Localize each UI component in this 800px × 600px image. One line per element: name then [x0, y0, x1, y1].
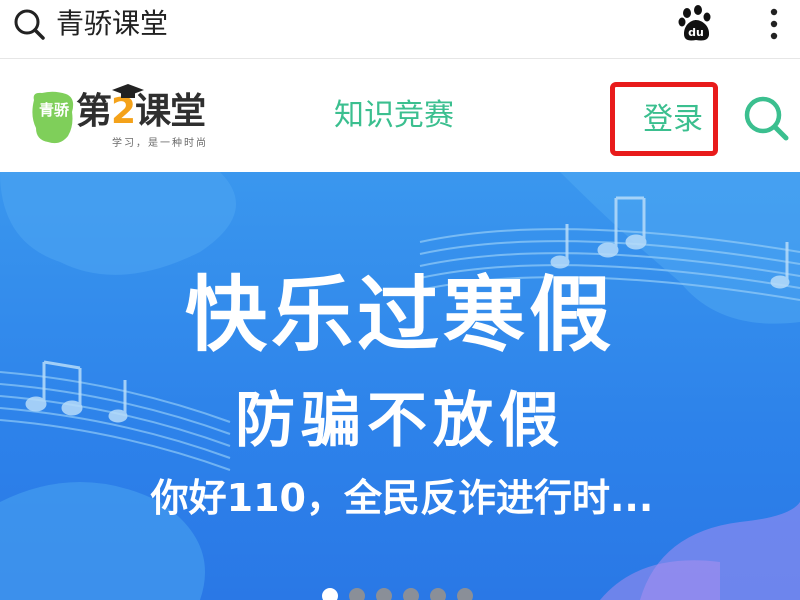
- site-logo[interactable]: 青骄 第2课堂 学习，是一种时尚: [30, 84, 220, 149]
- search-query-text[interactable]: 青骄课堂: [56, 4, 168, 44]
- carousel-dot[interactable]: [403, 588, 419, 600]
- svg-text:du: du: [688, 26, 704, 39]
- header-divider: [0, 58, 800, 59]
- carousel-dot[interactable]: [349, 588, 365, 600]
- graduation-cap-icon: [112, 84, 144, 98]
- more-vertical-icon[interactable]: [762, 4, 786, 44]
- promo-banner[interactable]: 快乐过寒假 防骗不放假 你好110，全民反诈进行时...: [0, 172, 800, 600]
- logo-badge-text: 青骄: [38, 101, 69, 119]
- banner-tagline: 你好110，全民反诈进行时...: [150, 476, 654, 520]
- login-link[interactable]: 登录: [643, 100, 703, 140]
- banner-headline: 快乐过寒假: [184, 268, 615, 363]
- banner-subhead: 防骗不放假: [235, 386, 565, 456]
- nav-knowledge-competition[interactable]: 知识竞赛: [334, 96, 454, 136]
- carousel-dot[interactable]: [457, 588, 473, 600]
- browser-search-bar[interactable]: 青骄课堂 du: [0, 0, 800, 52]
- logo-name-part3: 课堂: [135, 91, 206, 132]
- carousel-dot[interactable]: [322, 588, 338, 600]
- logo-name-part1: 第: [76, 91, 112, 132]
- carousel-dot[interactable]: [430, 588, 446, 600]
- baidu-paw-icon[interactable]: du: [676, 4, 716, 44]
- site-header: 青骄 第2课堂 学习，是一种时尚 知识竞赛 登录: [0, 60, 800, 172]
- login-highlight-box: 登录: [610, 82, 718, 156]
- carousel-indicators: [322, 588, 482, 600]
- search-icon[interactable]: [12, 7, 48, 43]
- logo-slogan: 学习，是一种时尚: [112, 138, 208, 149]
- search-icon[interactable]: [742, 94, 790, 142]
- carousel-dot[interactable]: [376, 588, 392, 600]
